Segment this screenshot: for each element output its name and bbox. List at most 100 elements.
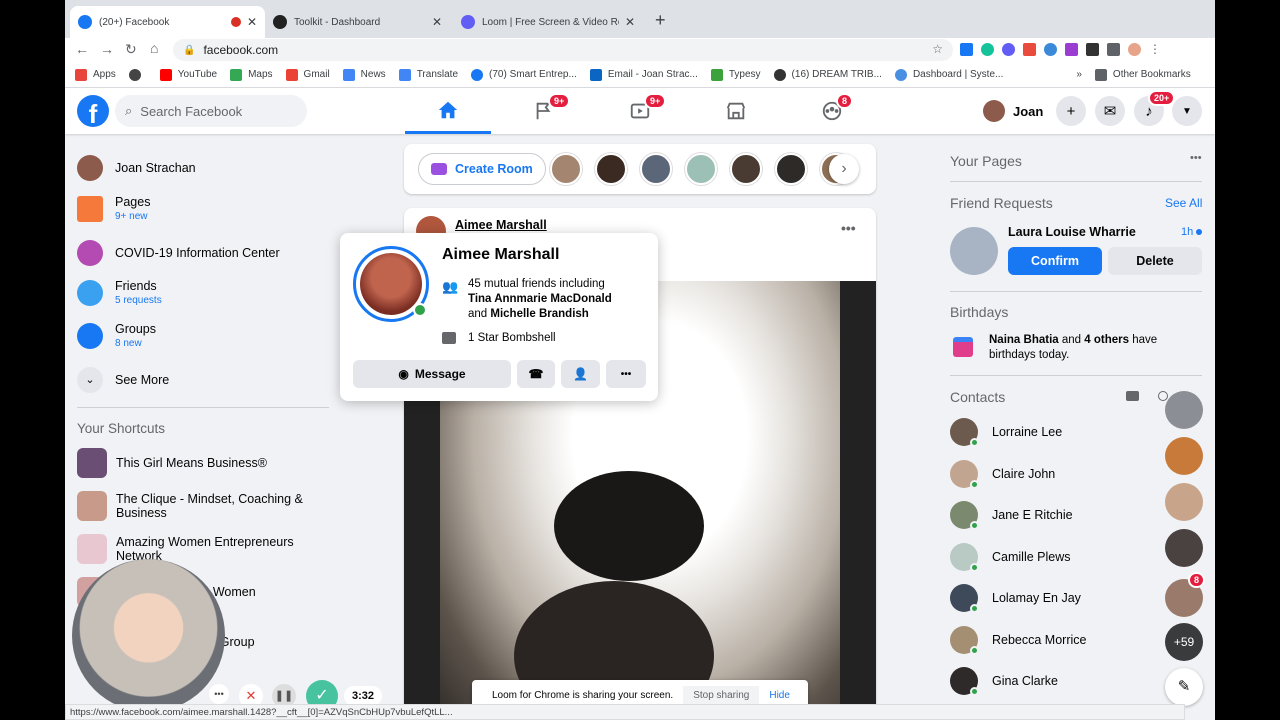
- friend-button[interactable]: 👤: [561, 360, 600, 388]
- more-options-icon[interactable]: •••: [1190, 152, 1202, 164]
- delete-button[interactable]: Delete: [1108, 247, 1202, 275]
- puzzle-icon[interactable]: [1107, 43, 1120, 56]
- birthday-name[interactable]: Naina Bhatia: [989, 334, 1059, 346]
- stop-sharing-button[interactable]: Stop sharing: [683, 685, 760, 705]
- create-button[interactable]: +: [1056, 96, 1086, 126]
- avatar[interactable]: [950, 227, 998, 275]
- new-message-icon[interactable]: ✎: [1165, 668, 1203, 706]
- sidebar-see-more[interactable]: ⌄ See More: [77, 367, 169, 393]
- account-menu-button[interactable]: ▼: [1172, 96, 1202, 126]
- more-button[interactable]: •••: [606, 360, 646, 388]
- close-icon[interactable]: ✕: [247, 15, 257, 29]
- bookmark-news[interactable]: News: [342, 68, 386, 81]
- close-icon[interactable]: ✕: [625, 15, 635, 29]
- sidebar-item-profile[interactable]: Joan Strachan: [77, 155, 196, 181]
- facebook-logo-icon[interactable]: f: [77, 95, 109, 127]
- nav-home[interactable]: [405, 88, 491, 134]
- bookmark-typesy[interactable]: Typesy: [710, 68, 761, 81]
- video-call-icon[interactable]: [1126, 391, 1139, 401]
- bookmark-overflow[interactable]: »: [1076, 69, 1082, 80]
- room-avatar[interactable]: [595, 153, 627, 185]
- bookmark-gmail[interactable]: Gmail: [285, 68, 330, 81]
- contact-item[interactable]: Gina Clarke: [950, 667, 1058, 696]
- room-avatar[interactable]: [550, 153, 582, 185]
- bookmark-email[interactable]: Email - Joan Strac...: [589, 68, 698, 81]
- chevron-right-icon[interactable]: ›: [829, 154, 859, 184]
- bookmark-smart-entrep[interactable]: (70) Smart Entrep...: [471, 68, 577, 81]
- forward-icon[interactable]: →: [100, 41, 114, 57]
- profile-button[interactable]: Joan: [983, 96, 1043, 126]
- nav-pages[interactable]: 9+: [501, 88, 587, 134]
- extension-icon[interactable]: [1044, 43, 1057, 56]
- room-avatar[interactable]: [640, 153, 672, 185]
- chat-head[interactable]: [1165, 529, 1203, 567]
- nav-marketplace[interactable]: [693, 88, 779, 134]
- nav-groups[interactable]: 8: [789, 88, 875, 134]
- bookmark-apps[interactable]: Apps: [75, 68, 116, 81]
- search-icon[interactable]: [1158, 391, 1168, 401]
- contact-item[interactable]: Camille Plews: [950, 543, 1071, 572]
- bookmark-other[interactable]: Other Bookmarks: [1094, 68, 1191, 81]
- call-button[interactable]: ☎: [517, 360, 555, 388]
- extension-icon[interactable]: [1065, 43, 1078, 56]
- chat-head[interactable]: [1165, 391, 1203, 429]
- home-icon[interactable]: ⌂: [150, 40, 158, 56]
- hover-name[interactable]: Aimee Marshall: [442, 246, 559, 264]
- bookmark-translate[interactable]: Translate: [398, 68, 458, 81]
- chat-head[interactable]: [1165, 437, 1203, 475]
- tab-loom[interactable]: Loom | Free Screen & Video Re ✕: [453, 6, 643, 38]
- bookmark-dashboard[interactable]: Dashboard | Syste...: [894, 68, 1003, 81]
- search-input[interactable]: ⌕ Search Facebook: [115, 95, 307, 127]
- facebook-extension-icon[interactable]: [960, 43, 973, 56]
- loom-camera-bubble[interactable]: [72, 559, 225, 712]
- more-chats-bubble[interactable]: +59: [1165, 623, 1203, 661]
- tab-toolkit[interactable]: Toolkit - Dashboard ✕: [265, 6, 450, 38]
- sidebar-item-covid[interactable]: COVID-19 Information Center: [77, 240, 280, 266]
- grammarly-extension-icon[interactable]: [981, 43, 994, 56]
- close-icon[interactable]: ✕: [432, 15, 442, 29]
- contact-item[interactable]: Lolamay En Jay: [950, 584, 1081, 613]
- birthday-others[interactable]: 4 others: [1084, 334, 1129, 346]
- shortcut-item[interactable]: Amazing Women Entrepreneurs Network: [77, 534, 317, 564]
- shortcut-item[interactable]: The Clique - Mindset, Coaching & Busines…: [77, 491, 317, 521]
- mutual-friend-2[interactable]: Michelle Brandish: [490, 308, 588, 320]
- room-avatar[interactable]: [685, 153, 717, 185]
- bookmark-globe[interactable]: [128, 68, 147, 81]
- request-name[interactable]: Laura Louise Wharrie: [1008, 225, 1136, 239]
- new-tab-button[interactable]: +: [655, 10, 666, 31]
- bookmark-youtube[interactable]: YouTube: [159, 68, 217, 81]
- message-button[interactable]: ◉ Message: [353, 360, 511, 388]
- star-icon[interactable]: ☆: [932, 42, 943, 56]
- chat-head[interactable]: [1165, 483, 1203, 521]
- more-options-icon[interactable]: •••: [209, 684, 229, 704]
- bookmark-maps[interactable]: Maps: [230, 68, 273, 81]
- bookmark-dream-trib[interactable]: (16) DREAM TRIB...: [773, 68, 882, 81]
- contact-item[interactable]: Rebecca Morrice: [950, 626, 1086, 655]
- loom-extension-icon[interactable]: [1002, 43, 1015, 56]
- hover-avatar-ring[interactable]: [353, 246, 429, 322]
- room-avatar[interactable]: [730, 153, 762, 185]
- see-all-link[interactable]: See All: [1165, 196, 1202, 210]
- contact-item[interactable]: Lorraine Lee: [950, 418, 1062, 447]
- contact-item[interactable]: Jane E Ritchie: [950, 501, 1073, 530]
- menu-kebab-icon[interactable]: ⋮: [1149, 43, 1161, 56]
- confirm-button[interactable]: Confirm: [1008, 247, 1102, 275]
- contact-item[interactable]: Claire John: [950, 460, 1055, 489]
- hide-button[interactable]: Hide: [769, 690, 790, 701]
- sidebar-item-groups[interactable]: Groups 8 new: [77, 322, 156, 349]
- address-bar[interactable]: 🔒 facebook.com ☆: [173, 39, 953, 61]
- room-avatar[interactable]: [775, 153, 807, 185]
- post-author-link[interactable]: Aimee Marshall: [455, 218, 547, 232]
- reload-icon[interactable]: ↻: [125, 41, 137, 58]
- back-icon[interactable]: ←: [75, 41, 89, 57]
- tab-facebook[interactable]: (20+) Facebook ✕: [70, 6, 265, 38]
- messenger-button[interactable]: ✉: [1095, 96, 1125, 126]
- create-room-button[interactable]: Create Room: [418, 153, 546, 185]
- extension-icon[interactable]: [1086, 43, 1099, 56]
- mutual-friend-1[interactable]: Tina Annmarie MacDonald: [468, 293, 612, 305]
- sidebar-item-pages[interactable]: Pages 9+ new: [77, 195, 150, 222]
- profile-avatar-icon[interactable]: [1128, 43, 1141, 56]
- notifications-button[interactable]: ♪ 20+: [1134, 90, 1176, 126]
- sidebar-item-friends[interactable]: Friends 5 requests: [77, 279, 162, 306]
- more-options-icon[interactable]: •••: [841, 220, 856, 236]
